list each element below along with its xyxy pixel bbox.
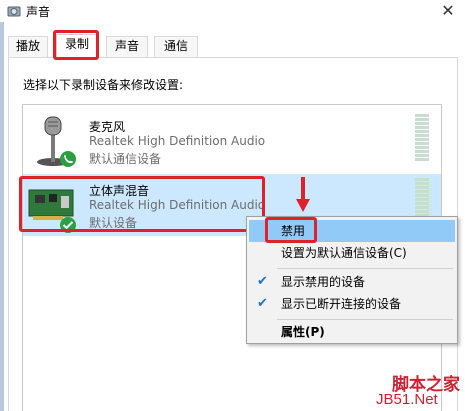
annotation-box	[53, 30, 99, 60]
window-title: 声音	[26, 5, 51, 19]
checkmark-icon: ✔	[257, 274, 268, 289]
speaker-icon	[7, 6, 21, 17]
watermark-logo: 脚本之家 JB51.Net	[376, 370, 465, 411]
instruction-text: 选择以下录制设备来修改设置:	[23, 78, 184, 92]
tab-communications[interactable]: 通信	[154, 36, 198, 57]
tab-sounds[interactable]: 声音	[106, 36, 148, 57]
device-name: 麦克风	[89, 120, 126, 134]
watermark-text: JB51.Net	[376, 391, 438, 408]
list-item[interactable]: 麦克风 Realtek High Definition Audio 默认通信设备	[23, 110, 441, 174]
device-driver: Realtek High Definition Audio	[89, 134, 266, 148]
tab-playback[interactable]: 播放	[8, 36, 48, 57]
title-bar: 声音 ✕	[0, 0, 465, 22]
phone-badge-icon	[60, 151, 76, 167]
menu-item-properties[interactable]: 属性(P)	[249, 321, 455, 343]
window-edge	[0, 22, 4, 411]
menu-item-label: 显示已断开连接的设备	[281, 297, 402, 311]
level-meter	[415, 114, 429, 162]
menu-item-label: 设置为默认通信设备(C)	[281, 246, 407, 260]
close-icon[interactable]: ✕	[438, 0, 458, 22]
annotation-box	[265, 217, 317, 243]
menu-item-show-disconnected[interactable]: ✔ 显示已断开连接的设备	[249, 293, 455, 315]
menu-item-set-default-communication[interactable]: 设置为默认通信设备(C)	[249, 242, 455, 264]
device-status: 默认通信设备	[89, 152, 162, 166]
menu-item-label: 显示禁用的设备	[281, 275, 366, 289]
arrow-down-icon	[296, 177, 310, 212]
menu-item-show-disabled[interactable]: ✔ 显示禁用的设备	[249, 271, 455, 293]
annotation-box	[19, 176, 265, 232]
checkmark-icon: ✔	[257, 296, 268, 311]
menu-separator	[277, 268, 453, 269]
menu-item-label: 属性(P)	[281, 325, 325, 339]
menu-separator	[277, 319, 453, 320]
